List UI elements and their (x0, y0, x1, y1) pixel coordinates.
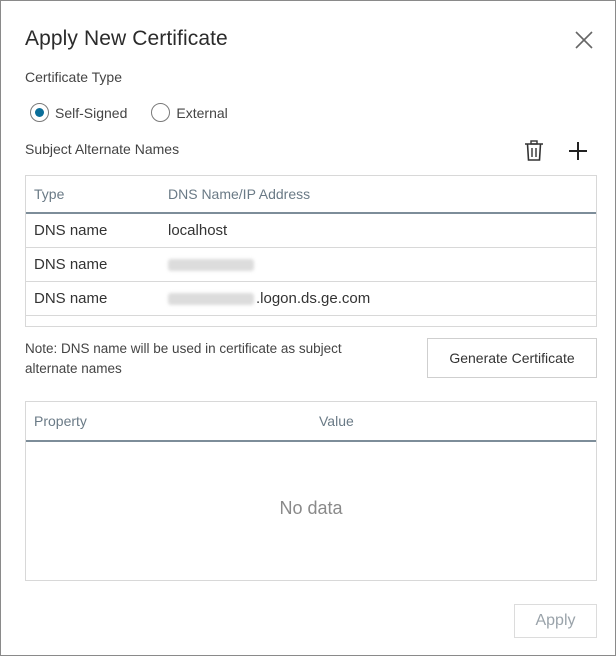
table-row[interactable]: DNS name localhost (26, 214, 596, 248)
trash-icon (525, 140, 543, 161)
close-button[interactable] (571, 27, 597, 53)
radio-external[interactable]: External (151, 103, 228, 122)
san-row-value: localhost (168, 222, 228, 239)
radio-checked-indicator[interactable] (30, 103, 49, 122)
san-row-type: DNS name (34, 222, 108, 239)
certificate-type-radio-group: Self-Signed External (30, 103, 252, 122)
radio-self-signed[interactable]: Self-Signed (30, 103, 127, 122)
san-table-header: Type DNS Name/IP Address (26, 176, 596, 214)
column-header-type[interactable]: Type (26, 186, 168, 202)
column-header-value[interactable]: Value (319, 413, 596, 429)
table-row-partial[interactable] (26, 316, 596, 326)
apply-button[interactable]: Apply (514, 604, 597, 638)
redacted-text (168, 259, 254, 272)
table-row[interactable]: DNS name (26, 248, 596, 282)
radio-self-signed-label: Self-Signed (55, 104, 128, 121)
empty-state-text: No data (279, 498, 343, 518)
add-san-button[interactable] (565, 138, 591, 164)
san-row-domain-suffix: .logon.ds.ge.com (256, 290, 371, 307)
san-table: Type DNS Name/IP Address DNS name localh… (25, 175, 597, 327)
san-row-type: DNS name (34, 256, 108, 273)
dns-note: Note: DNS name will be used in certifica… (25, 341, 342, 376)
generate-certificate-button[interactable]: Generate Certificate (427, 338, 597, 378)
property-table: Property Value No data (25, 401, 597, 581)
certificate-type-label: Certificate Type (25, 69, 123, 85)
san-row-type: DNS name (34, 290, 108, 307)
san-row-value-redacted (168, 256, 596, 273)
san-row-value-partial: .logon.ds.ge.com (168, 290, 596, 307)
san-label: Subject Alternate Names (25, 141, 180, 157)
table-row[interactable]: DNS name .logon.ds.ge.com (26, 282, 596, 316)
column-header-dns[interactable]: DNS Name/IP Address (168, 186, 596, 202)
redacted-text (168, 293, 254, 306)
apply-certificate-dialog: Apply New Certificate Certificate Type S… (0, 0, 616, 656)
plus-icon (569, 142, 587, 160)
dialog-title: Apply New Certificate (25, 27, 228, 50)
close-icon (575, 31, 593, 49)
radio-unchecked-indicator[interactable] (151, 103, 171, 122)
column-header-property[interactable]: Property (26, 413, 319, 429)
delete-san-button[interactable] (521, 138, 547, 164)
radio-external-label: External (176, 104, 228, 121)
property-table-header: Property Value (26, 402, 596, 442)
